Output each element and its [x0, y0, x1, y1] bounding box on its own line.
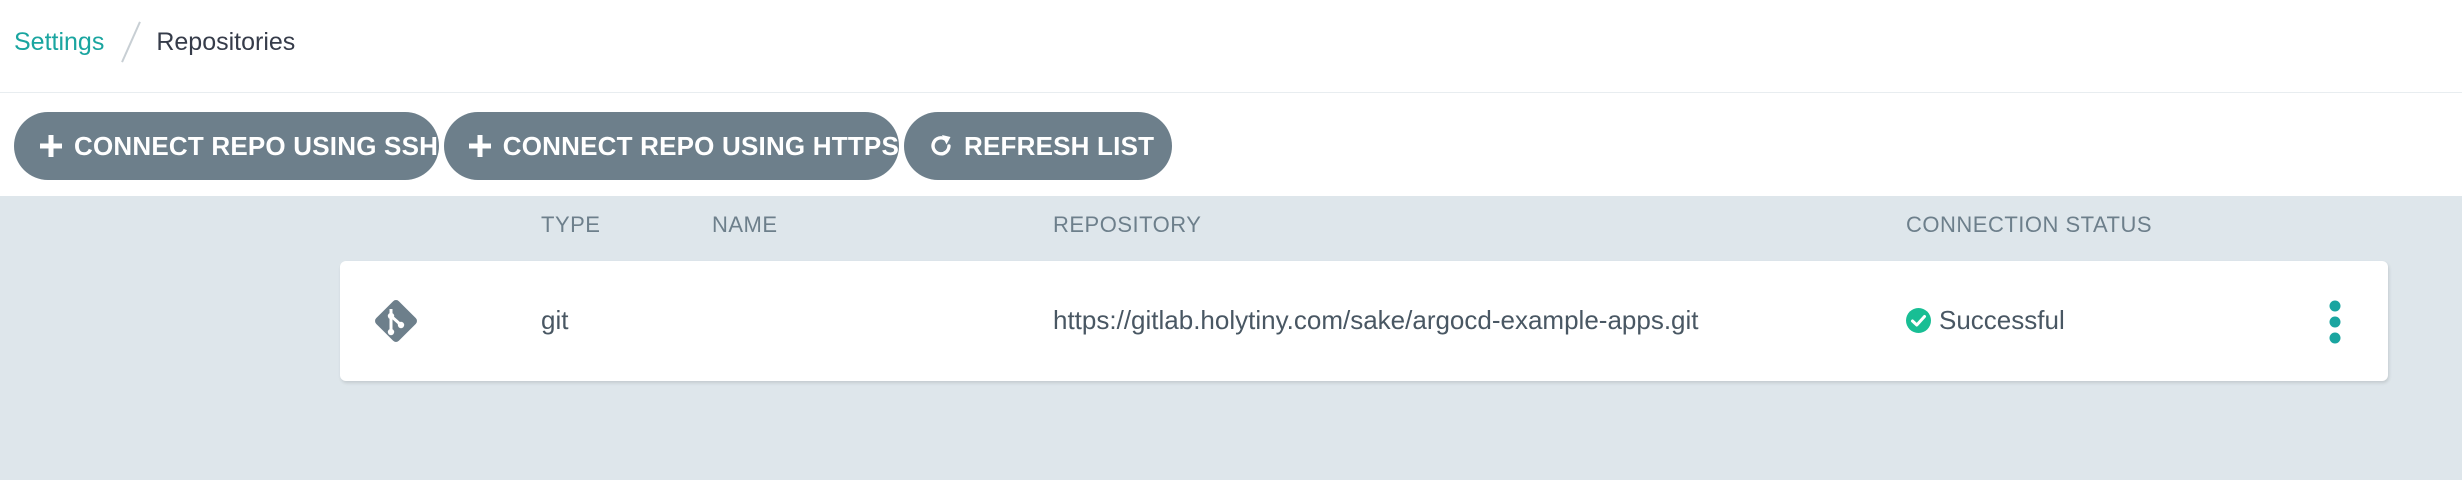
check-circle-icon: [1906, 308, 1931, 333]
row-connection-status: Successful: [1906, 305, 2065, 336]
status-text: Successful: [1939, 305, 2065, 335]
refresh-list-label: REFRESH LIST: [964, 130, 1155, 161]
refresh-list-button[interactable]: REFRESH LIST: [904, 112, 1172, 180]
refresh-icon: [928, 133, 954, 159]
column-header-name: NAME: [712, 212, 778, 237]
plus-icon: [468, 133, 493, 159]
git-icon: [370, 295, 422, 347]
column-header-connection-status: CONNECTION STATUS: [1906, 212, 2153, 237]
table-row[interactable]: git https://gitlab.holytiny.com/sake/arg…: [340, 261, 2388, 381]
breadcrumb-separator: [121, 21, 142, 63]
row-repository-url[interactable]: https://gitlab.holytiny.com/sake/argocd-…: [1053, 305, 1699, 336]
connect-repo-https-button[interactable]: CONNECT REPO USING HTTPS: [444, 112, 899, 180]
toolbar: CONNECT REPO USING SSH CONNECT REPO USIN…: [0, 93, 2462, 196]
connect-repo-ssh-label: CONNECT REPO USING SSH: [74, 130, 439, 161]
row-type: git: [541, 305, 569, 335]
repositories-table: TYPE NAME REPOSITORY CONNECTION STATUS g…: [0, 196, 2462, 480]
breadcrumb: Settings Repositories: [14, 21, 296, 63]
plus-icon: [38, 133, 64, 159]
breadcrumb-settings-link[interactable]: Settings: [14, 28, 104, 57]
connect-repo-ssh-button[interactable]: CONNECT REPO USING SSH: [14, 112, 439, 180]
top-bar: Settings Repositories: [0, 0, 2462, 93]
page-title: Repositories: [156, 27, 296, 56]
row-actions-menu-icon[interactable]: [2320, 299, 2350, 345]
connect-repo-https-label: CONNECT REPO USING HTTPS: [502, 130, 899, 161]
column-header-repository: REPOSITORY: [1053, 212, 1202, 237]
column-header-type: TYPE: [541, 212, 601, 237]
